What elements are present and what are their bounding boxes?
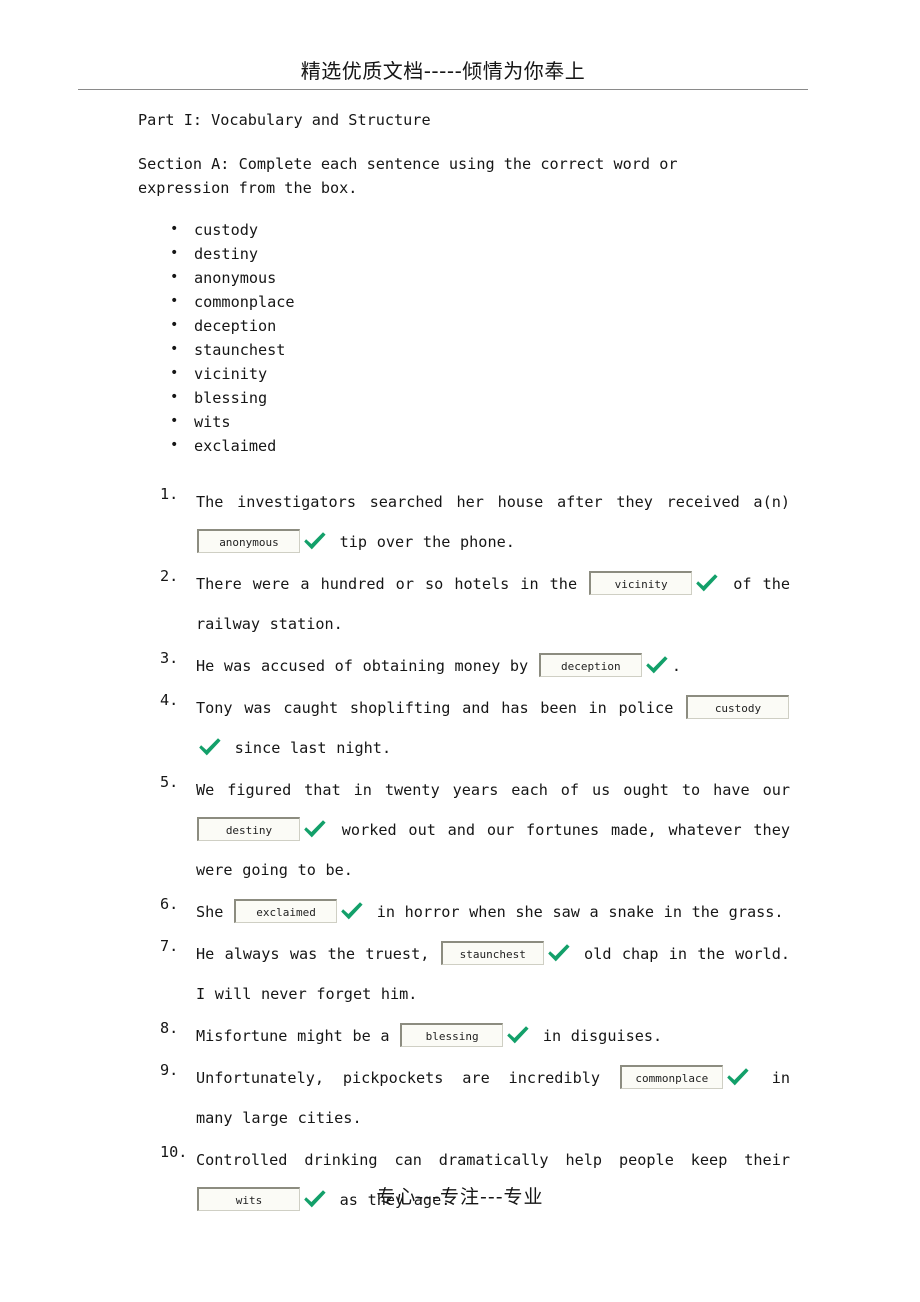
part-title: Part I: Vocabulary and Structure [138, 111, 431, 129]
question-item: She exclaimed in horror when she saw a s… [138, 892, 790, 932]
question-item: Unfortunately, pickpockets are incredibl… [138, 1058, 790, 1138]
word-bank-item: wits [138, 409, 790, 434]
checkmark-icon [197, 735, 223, 759]
checkmark-icon [694, 571, 720, 595]
question-text: Misfortune might be a blessing in disgui… [196, 1016, 790, 1056]
question-text-after: since last night. [225, 739, 392, 757]
question-text: He was accused of obtaining money by dec… [196, 646, 790, 686]
answer-input-3[interactable]: deception [538, 653, 642, 677]
word-bank-item: anonymous [138, 265, 790, 290]
question-item: Tony was caught shoplifting and has been… [138, 688, 790, 768]
footer-text: 专心---专注---专业 [376, 1186, 544, 1208]
checkmark-icon [546, 941, 572, 965]
document-body: Part I: Vocabulary and Structure Section… [138, 108, 790, 1222]
answer-input-7[interactable]: staunchest [440, 941, 544, 965]
question-text-after: in horror when she saw a snake in the gr… [367, 903, 784, 921]
word-bank-item: commonplace [138, 289, 790, 314]
question-text-after: tip over the phone. [330, 533, 515, 551]
header-divider [78, 89, 808, 90]
question-text-before: Controlled drinking can dramatically hel… [196, 1151, 790, 1169]
question-text-after: . [671, 657, 681, 675]
question-text-before: He was accused of obtaining money by [196, 657, 538, 675]
checkmark-icon [644, 653, 670, 677]
document-page: 精选优质文档-----倾情为你奉上 Part I: Vocabulary and… [0, 0, 920, 1302]
answer-input-1[interactable]: anonymous [197, 529, 300, 553]
question-item: He was accused of obtaining money by dec… [138, 646, 790, 686]
question-text: Tony was caught shoplifting and has been… [196, 688, 790, 768]
answer-input-5[interactable]: destiny [197, 817, 300, 841]
question-text: There were a hundred or so hotels in the… [196, 564, 790, 644]
question-text-before: Unfortunately, pickpockets are incredibl… [196, 1069, 619, 1087]
checkmark-icon [339, 899, 365, 923]
checkmark-icon [505, 1023, 531, 1047]
checkmark-icon [302, 817, 328, 841]
answer-input-4[interactable]: custody [686, 695, 789, 719]
checkmark-icon [725, 1065, 751, 1089]
answer-input-9[interactable]: commonplace [619, 1065, 723, 1089]
question-text-before: We figured that in twenty years each of … [196, 781, 790, 799]
question-text: He always was the truest, staunchest old… [196, 934, 790, 1014]
question-text-after: in disguises. [533, 1027, 663, 1045]
question-item: There were a hundred or so hotels in the… [138, 564, 790, 644]
word-bank-item: destiny [138, 241, 790, 266]
answer-input-6[interactable]: exclaimed [234, 899, 338, 923]
question-text-before: Tony was caught shoplifting and has been… [196, 699, 685, 717]
word-bank-item: exclaimed [138, 433, 790, 458]
section-instruction: Section A: Complete each sentence using … [138, 155, 678, 197]
word-bank-item: deception [138, 313, 790, 338]
question-list: The investigators searched her house aft… [138, 482, 790, 1220]
question-text: The investigators searched her house aft… [196, 482, 790, 562]
question-text: Unfortunately, pickpockets are incredibl… [196, 1058, 790, 1138]
header-title: 精选优质文档-----倾情为你奉上 [300, 59, 586, 83]
document-header: 精选优质文档-----倾情为你奉上 [78, 58, 808, 90]
question-text-before: She [196, 903, 234, 921]
checkmark-icon [302, 529, 328, 553]
answer-input-2[interactable]: vicinity [589, 571, 693, 595]
question-item: Misfortune might be a blessing in disgui… [138, 1016, 790, 1056]
question-item: He always was the truest, staunchest old… [138, 934, 790, 1014]
answer-input-8[interactable]: blessing [400, 1023, 504, 1047]
question-text-before: The investigators searched her house aft… [196, 493, 790, 511]
word-bank-list: custodydestinyanonymouscommonplacedecept… [138, 217, 790, 458]
word-bank-item: vicinity [138, 361, 790, 386]
question-text: We figured that in twenty years each of … [196, 770, 790, 890]
question-text-before: He always was the truest, [196, 945, 440, 963]
word-bank-item: custody [138, 217, 790, 242]
question-text: She exclaimed in horror when she saw a s… [196, 892, 790, 932]
question-text-before: There were a hundred or so hotels in the [196, 575, 589, 593]
word-bank-item: staunchest [138, 337, 790, 362]
question-item: We figured that in twenty years each of … [138, 770, 790, 890]
question-text-before: Misfortune might be a [196, 1027, 400, 1045]
word-bank-item: blessing [138, 385, 790, 410]
question-item: The investigators searched her house aft… [138, 482, 790, 562]
